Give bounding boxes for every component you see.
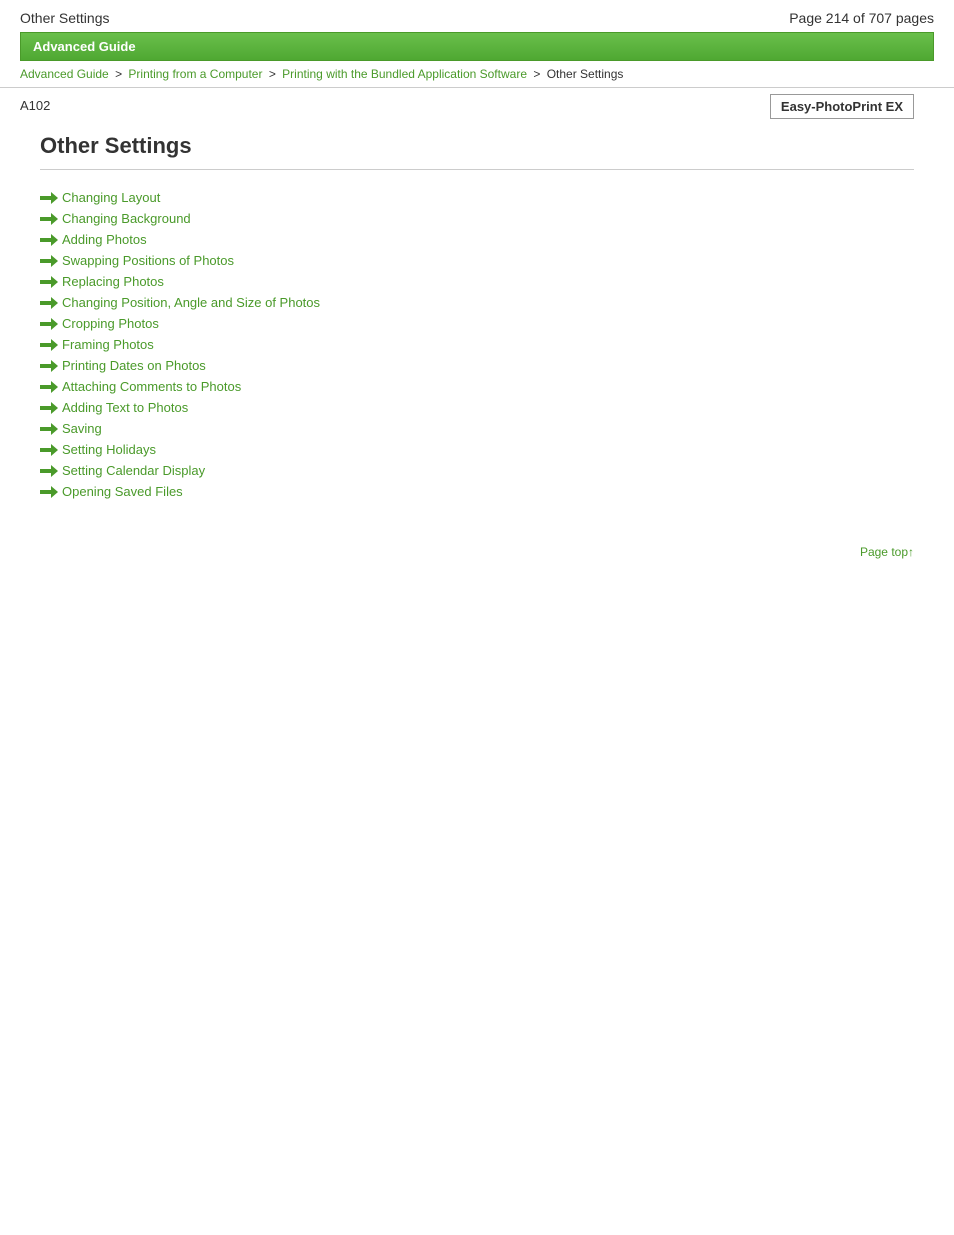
arrow-icon xyxy=(40,381,58,393)
arrow-icon xyxy=(40,255,58,267)
top-bar: Other Settings Page 214 of 707 pages xyxy=(0,0,954,32)
advanced-guide-banner: Advanced Guide xyxy=(20,32,934,61)
breadcrumb-link-bundled[interactable]: Printing with the Bundled Application So… xyxy=(282,67,527,81)
nav-link-13[interactable]: Setting Calendar Display xyxy=(62,463,205,478)
page-title: Other Settings xyxy=(20,10,110,26)
nav-link-5[interactable]: Changing Position, Angle and Size of Pho… xyxy=(62,295,320,310)
list-item: Changing Background xyxy=(40,211,914,226)
breadcrumb-link-advanced-guide[interactable]: Advanced Guide xyxy=(20,67,109,81)
arrow-icon xyxy=(40,234,58,246)
nav-link-8[interactable]: Printing Dates on Photos xyxy=(62,358,206,373)
list-item: Opening Saved Files xyxy=(40,484,914,499)
nav-link-2[interactable]: Adding Photos xyxy=(62,232,147,247)
page-top-link[interactable]: Page top↑ xyxy=(860,545,914,559)
page-info: Page 214 of 707 pages xyxy=(789,10,934,26)
list-item: Setting Calendar Display xyxy=(40,463,914,478)
arrow-icon xyxy=(40,276,58,288)
list-item: Changing Layout xyxy=(40,190,914,205)
arrow-icon xyxy=(40,423,58,435)
banner-text: Advanced Guide xyxy=(33,39,136,54)
arrow-icon xyxy=(40,465,58,477)
list-item: Changing Position, Angle and Size of Pho… xyxy=(40,295,914,310)
arrow-icon xyxy=(40,297,58,309)
arrow-icon xyxy=(40,192,58,204)
nav-link-11[interactable]: Saving xyxy=(62,421,102,436)
arrow-icon xyxy=(40,486,58,498)
list-item: Swapping Positions of Photos xyxy=(40,253,914,268)
list-item: Setting Holidays xyxy=(40,442,914,457)
breadcrumb-sep-2: > xyxy=(269,67,279,81)
arrow-icon xyxy=(40,213,58,225)
list-item: Adding Text to Photos xyxy=(40,400,914,415)
breadcrumb-link-printing[interactable]: Printing from a Computer xyxy=(128,67,262,81)
product-badge: Easy-PhotoPrint EX xyxy=(770,94,914,119)
breadcrumb-sep-1: > xyxy=(115,67,125,81)
nav-link-6[interactable]: Cropping Photos xyxy=(62,316,159,331)
list-item: Framing Photos xyxy=(40,337,914,352)
arrow-icon xyxy=(40,402,58,414)
breadcrumb: Advanced Guide > Printing from a Compute… xyxy=(0,61,954,88)
list-item: Replacing Photos xyxy=(40,274,914,289)
nav-link-7[interactable]: Framing Photos xyxy=(62,337,154,352)
nav-link-10[interactable]: Adding Text to Photos xyxy=(62,400,188,415)
nav-link-1[interactable]: Changing Background xyxy=(62,211,191,226)
nav-link-0[interactable]: Changing Layout xyxy=(62,190,160,205)
main-heading: Other Settings xyxy=(40,133,914,170)
page-code: A102 xyxy=(20,98,50,113)
nav-link-14[interactable]: Opening Saved Files xyxy=(62,484,183,499)
content-area: Other Settings Changing Layout Changing … xyxy=(0,123,954,525)
arrow-icon xyxy=(40,360,58,372)
list-item: Saving xyxy=(40,421,914,436)
nav-link-3[interactable]: Swapping Positions of Photos xyxy=(62,253,234,268)
list-item: Cropping Photos xyxy=(40,316,914,331)
arrow-icon xyxy=(40,318,58,330)
nav-link-4[interactable]: Replacing Photos xyxy=(62,274,164,289)
nav-link-9[interactable]: Attaching Comments to Photos xyxy=(62,379,241,394)
breadcrumb-sep-3: > xyxy=(533,67,543,81)
list-item: Printing Dates on Photos xyxy=(40,358,914,373)
arrow-icon xyxy=(40,444,58,456)
nav-link-12[interactable]: Setting Holidays xyxy=(62,442,156,457)
page-top-section: Page top↑ xyxy=(0,525,954,569)
list-item: Adding Photos xyxy=(40,232,914,247)
arrow-icon xyxy=(40,339,58,351)
list-item: Attaching Comments to Photos xyxy=(40,379,914,394)
breadcrumb-current: Other Settings xyxy=(547,67,624,81)
links-list: Changing Layout Changing Background Addi… xyxy=(40,190,914,499)
